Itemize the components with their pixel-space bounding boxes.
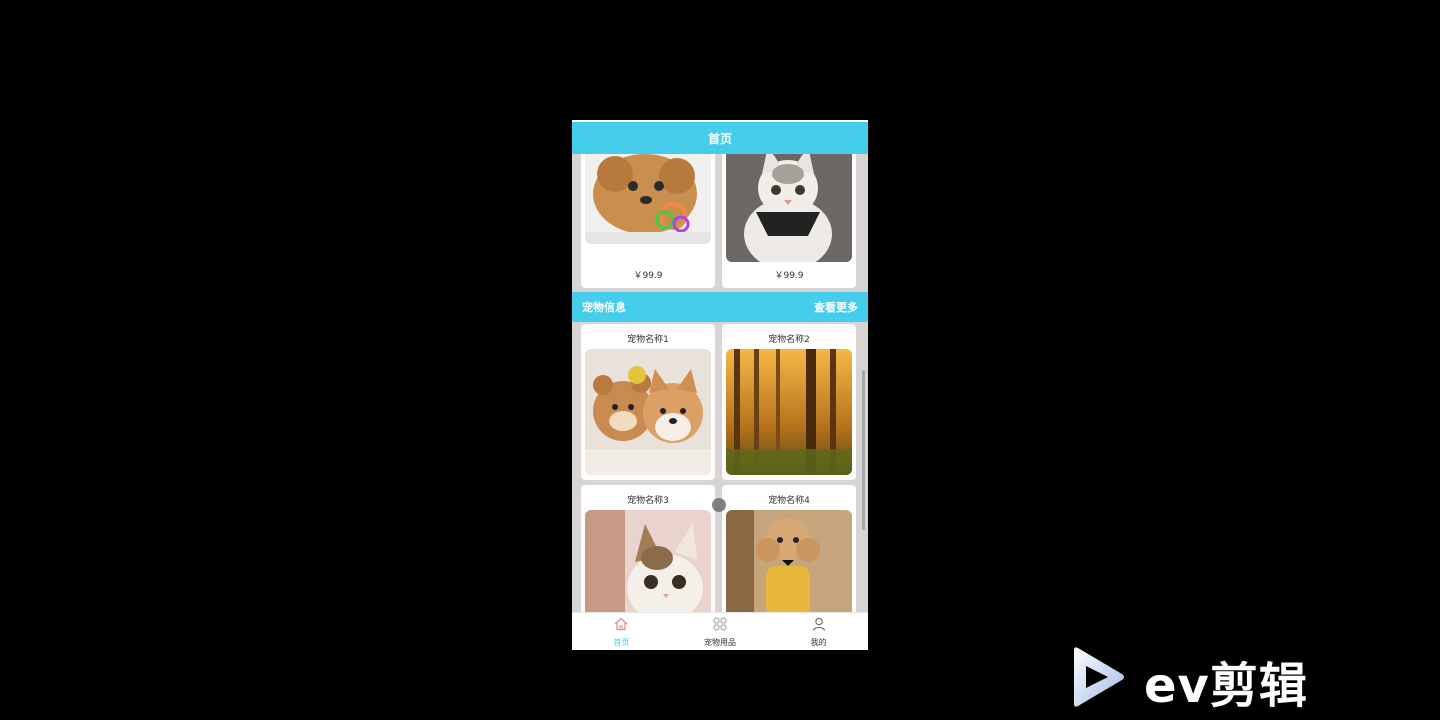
ev-watermark: ev剪辑	[1068, 644, 1338, 714]
tab-home[interactable]: 首页	[572, 613, 671, 650]
product-price: ￥99.9	[774, 271, 804, 281]
view-more-link[interactable]: 查看更多	[814, 299, 858, 315]
tab-label: 首页	[613, 637, 630, 647]
pet-card[interactable]: 宠物名称2	[722, 324, 856, 480]
pet-image-kitten	[585, 510, 711, 612]
product-card[interactable]: ￥99.9	[581, 154, 715, 288]
top-nav-bar: 首页	[572, 120, 868, 154]
section-title: 宠物信息	[582, 301, 626, 314]
grid-icon	[713, 616, 727, 635]
play-logo-icon	[1068, 646, 1128, 712]
phone-screen: 首页 ￥99.9 ￥99.9 宠物信息 查看更多 宠物名称1 宠物名称2 宠物名…	[572, 120, 868, 650]
pet-card[interactable]: 宠物名称3	[581, 485, 715, 612]
product-image-poodle	[585, 154, 711, 244]
tab-label: 我的	[810, 637, 827, 647]
pet-image-shiba-teddy	[585, 349, 711, 475]
home-icon	[614, 616, 628, 635]
bottom-tab-bar: 首页 宠物用品 我的	[572, 612, 868, 650]
pet-card[interactable]: 宠物名称1	[581, 324, 715, 480]
product-image-cat	[726, 154, 852, 262]
pet-name: 宠物名称1	[627, 335, 669, 345]
tab-label: 宠物用品	[704, 637, 736, 647]
product-card[interactable]: ￥99.9	[722, 154, 856, 288]
watermark-text: ev剪辑	[1144, 658, 1308, 714]
tab-pet-supplies[interactable]: 宠物用品	[671, 613, 770, 650]
pet-info-section-header: 宠物信息 查看更多	[572, 292, 868, 322]
user-icon	[812, 616, 826, 635]
tab-mine[interactable]: 我的	[769, 613, 868, 650]
scrollbar[interactable]	[862, 370, 865, 530]
scroll-content[interactable]: ￥99.9 ￥99.9 宠物信息 查看更多 宠物名称1 宠物名称2 宠物名称3 …	[572, 154, 868, 612]
page-title: 首页	[707, 131, 732, 146]
product-price: ￥99.9	[633, 271, 663, 281]
pet-card[interactable]: 宠物名称4	[722, 485, 856, 612]
pet-image-poodle-sweater	[726, 510, 852, 612]
pet-name: 宠物名称4	[768, 496, 810, 506]
pet-name: 宠物名称3	[627, 496, 669, 506]
pet-name: 宠物名称2	[768, 335, 810, 345]
pet-image-forest	[726, 349, 852, 475]
touch-indicator	[712, 498, 726, 512]
